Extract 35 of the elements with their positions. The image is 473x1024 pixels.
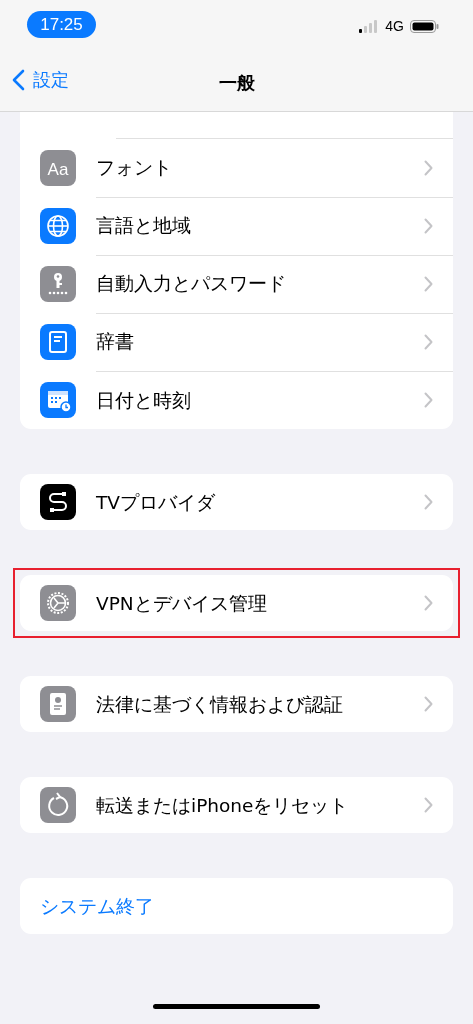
shutdown-button[interactable]: システム終了 [20, 878, 453, 934]
chevron-icon [424, 797, 433, 813]
settings-row[interactable]: 辞書 [20, 313, 453, 371]
certificate-icon [40, 686, 76, 722]
settings-row[interactable]: 言語と地域 [20, 197, 453, 255]
settings-row[interactable]: TVプロバイダ [20, 474, 453, 530]
book-icon [40, 324, 76, 360]
battery-icon [410, 19, 439, 33]
gear-icon [40, 585, 76, 621]
chevron-icon [424, 392, 433, 408]
calendar-icon [40, 382, 76, 418]
signal-icon [359, 19, 380, 33]
status-time: 17:25 [27, 11, 96, 38]
chevron-icon [424, 696, 433, 712]
settings-row[interactable]: VPNとデバイス管理 [20, 575, 453, 631]
page-title: 一般 [218, 71, 255, 95]
globe-icon [40, 208, 76, 244]
key-icon [40, 266, 76, 302]
reset-icon [40, 787, 76, 823]
settings-row[interactable]: 転送またはiPhoneをリセット [20, 777, 453, 833]
chevron-icon [424, 160, 433, 176]
back-button[interactable]: 設定 [12, 68, 69, 92]
chevron-icon [424, 334, 433, 350]
cable-icon [40, 484, 76, 520]
chevron-icon [424, 276, 433, 292]
settings-row[interactable]: 自動入力とパスワード [20, 255, 453, 313]
settings-row[interactable]: Aa フォント [20, 139, 453, 197]
chevron-icon [424, 595, 433, 611]
network-type: 4G [385, 18, 404, 34]
chevron-icon [424, 494, 433, 510]
settings-row[interactable]: 法律に基づく情報および認証 [20, 676, 453, 732]
settings-row[interactable]: 日付と時刻 [20, 371, 453, 429]
back-chevron-icon [12, 69, 25, 91]
chevron-icon [424, 218, 433, 234]
font-icon: Aa [40, 150, 76, 186]
